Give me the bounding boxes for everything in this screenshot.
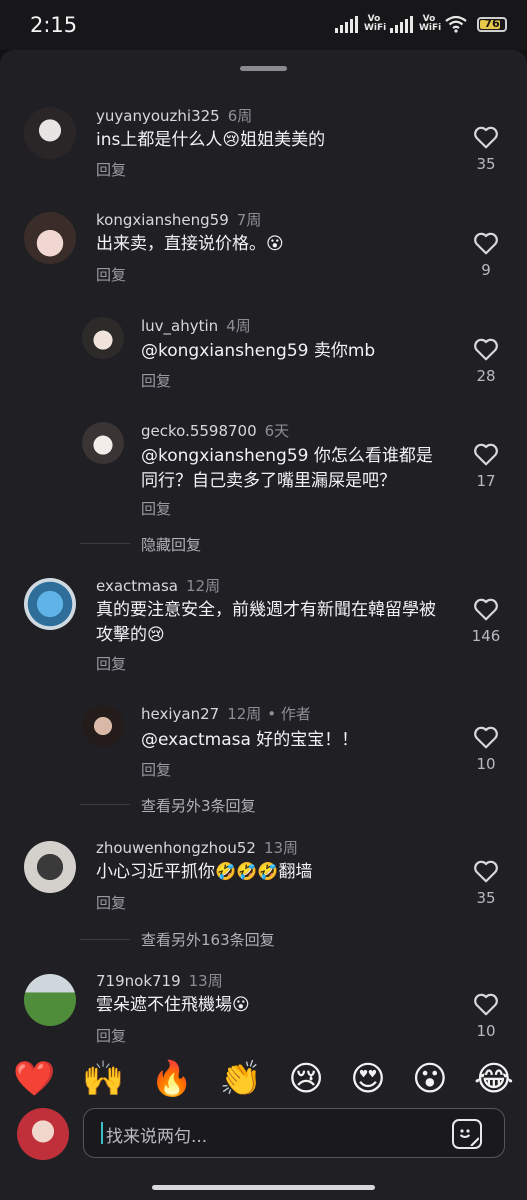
emoji-raising-hands-button[interactable]: 🙌 — [82, 1059, 124, 1099]
emoji-clap-button[interactable]: 👏 — [220, 1059, 262, 1099]
emoji-surprised-button[interactable]: 😮 — [412, 1059, 447, 1099]
avatar[interactable] — [24, 107, 76, 159]
like-button[interactable]: 146 — [466, 597, 506, 645]
reply-button[interactable]: 回复 — [96, 159, 126, 180]
wifi-icon — [445, 15, 467, 33]
comment-time: 7周 — [236, 211, 262, 229]
comment-time: 12周 — [227, 705, 262, 723]
comment-time: 4周 — [226, 317, 251, 335]
like-count: 35 — [476, 155, 496, 173]
status-icons: Vo WiFi Vo WiFi 76 — [335, 15, 507, 33]
signal-icon — [335, 15, 358, 33]
reply-button[interactable]: 回复 — [96, 892, 126, 913]
reply-button[interactable]: 回复 — [96, 653, 126, 674]
comment-username[interactable]: luv_ahytin 4周 — [141, 315, 251, 336]
reply-button[interactable]: 回复 — [96, 264, 126, 285]
heart-icon — [474, 232, 498, 255]
comment-input-row: 找来说两句... — [0, 1100, 527, 1180]
status-time: 2:15 — [30, 13, 78, 37]
like-button[interactable]: 35 — [466, 125, 506, 173]
comment-time: 6天 — [264, 422, 290, 440]
comment-input-placeholder: 找来说两句... — [106, 1127, 208, 1147]
comment-text: 出来卖，直接说价格。😮 — [96, 234, 284, 254]
view-more-replies-button[interactable]: 查看另外163条回复 — [141, 929, 275, 950]
comment-username[interactable]: gecko.5598700 6天 — [141, 420, 289, 441]
divider — [80, 939, 130, 940]
reply-button[interactable]: 回复 — [141, 759, 171, 780]
emoji-laughing-button[interactable]: 😂 — [474, 1059, 514, 1099]
heart-icon — [474, 860, 498, 883]
reply-button[interactable]: 回复 — [141, 498, 171, 519]
like-count: 35 — [476, 889, 496, 907]
hide-replies-button[interactable]: 隐藏回复 — [141, 534, 201, 555]
comment-username[interactable]: exactmasa 12周 — [96, 575, 220, 596]
home-indicator — [152, 1185, 375, 1190]
author-badge: • 作者 — [267, 705, 311, 723]
heart-icon — [474, 598, 498, 621]
comment-username[interactable]: 719nok719 13周 — [96, 970, 223, 991]
comment-username[interactable]: hexiyan27 12周 • 作者 — [141, 703, 311, 724]
reply-button[interactable]: 回复 — [96, 1025, 126, 1046]
avatar[interactable] — [24, 212, 76, 264]
status-bar: 2:15 Vo WiFi Vo WiFi 76 — [0, 0, 527, 50]
like-count: 146 — [471, 627, 501, 645]
emoji-crying-button[interactable]: 😢 — [288, 1059, 323, 1099]
comment-time: 13周 — [188, 972, 223, 990]
signal-icon-2 — [390, 15, 413, 33]
like-button[interactable]: 9 — [466, 231, 506, 279]
avatar[interactable] — [24, 974, 76, 1026]
emoji-heart-eyes-button[interactable]: 😍 — [350, 1059, 385, 1099]
heart-icon — [474, 993, 498, 1016]
my-avatar[interactable] — [17, 1108, 69, 1160]
drag-handle[interactable] — [240, 66, 287, 71]
sticker-icon[interactable] — [452, 1119, 482, 1149]
comment-username[interactable]: kongxiansheng59 7周 — [96, 209, 261, 230]
emoji-fire-button[interactable]: 🔥 — [151, 1059, 193, 1099]
like-button[interactable]: 17 — [466, 442, 506, 490]
heart-icon — [474, 726, 498, 749]
like-count: 9 — [481, 261, 491, 279]
avatar[interactable] — [24, 841, 76, 893]
text-caret — [101, 1122, 103, 1144]
comment-username[interactable]: zhouwenhongzhou52 13周 — [96, 837, 298, 858]
heart-icon — [474, 126, 498, 149]
like-count: 10 — [476, 755, 496, 773]
vowifi-label: Vo WiFi — [364, 14, 387, 33]
like-button[interactable]: 10 — [466, 725, 506, 773]
battery-icon: 76 — [477, 16, 507, 32]
like-count: 17 — [476, 472, 496, 490]
comment-username[interactable]: yuyanyouzhi325 6周 — [96, 105, 252, 126]
comment-text: 真的要注意安全，前幾週才有新聞在韓留學被攻擊的😢 — [96, 600, 436, 645]
comment-text: ins上都是什么人😢姐姐美美的 — [96, 130, 326, 150]
emoji-heart-button[interactable]: ❤️ — [13, 1059, 55, 1099]
like-button[interactable]: 28 — [466, 337, 506, 385]
comment-time: 13周 — [263, 839, 299, 857]
comment-text: @exactmasa 好的宝宝！！ — [141, 730, 359, 750]
reply-button[interactable]: 回复 — [141, 370, 171, 391]
comment-text: @kongxiansheng59 卖你mb — [141, 341, 376, 361]
comment-input[interactable]: 找来说两句... — [83, 1108, 505, 1158]
comment-time: 12周 — [185, 577, 221, 595]
comment-text: 小心习近平抓你🤣🤣🤣翻墙 — [96, 862, 313, 882]
avatar[interactable] — [82, 705, 124, 747]
avatar[interactable] — [24, 578, 76, 630]
vowifi-label-2: Vo WiFi — [419, 14, 442, 33]
like-button[interactable]: 35 — [466, 859, 506, 907]
heart-icon — [474, 443, 498, 466]
like-count: 10 — [476, 1022, 496, 1040]
comment-time: 6周 — [227, 107, 253, 125]
divider — [80, 804, 130, 805]
view-more-replies-button[interactable]: 查看另外3条回复 — [141, 795, 256, 816]
like-button[interactable]: 10 — [466, 992, 506, 1040]
heart-icon — [474, 338, 498, 361]
avatar[interactable] — [82, 317, 124, 359]
comment-text: @kongxiansheng59 你怎么看谁都是同行？自己卖多了嘴里漏屎是吧？ — [141, 446, 433, 491]
divider — [80, 543, 130, 544]
comment-text: 雲朵遮不住飛機場😮 — [96, 995, 250, 1015]
like-count: 28 — [476, 367, 496, 385]
avatar[interactable] — [82, 422, 124, 464]
